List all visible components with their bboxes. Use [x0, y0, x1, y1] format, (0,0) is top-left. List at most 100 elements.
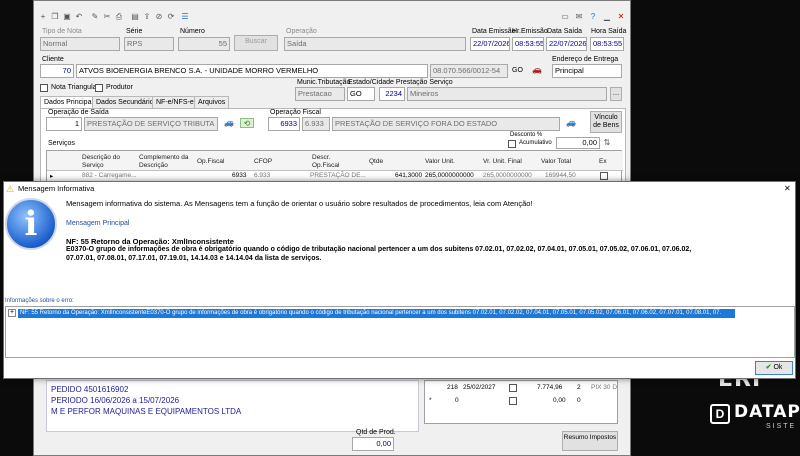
cell-ex-checkbox[interactable]	[600, 172, 608, 180]
close-icon[interactable]: ✕	[616, 12, 626, 22]
warning-icon: ⚠	[6, 184, 15, 194]
cliente-name-field[interactable]: ATVOS BIOENERGIA BRENCO S.A. - UNIDADE M…	[76, 64, 428, 78]
hora-saida-field[interactable]: 08:53:55	[590, 37, 624, 51]
mail-icon[interactable]: ✉	[574, 12, 584, 22]
tab-arquivos[interactable]: Arquivos	[194, 96, 230, 108]
parc-date: 25/02/2027	[463, 384, 496, 391]
parcelas-row-1[interactable]: 218 25/02/2027 7.774,96 2 PIX 30 D	[425, 382, 619, 394]
toolbar: + ❐ ▣ ↶ ✎ ✂ ⎙ ▤ ⇪ ⊘ ⟳ ☰ ▭ ✉ ? ▁ ✕	[34, 5, 630, 21]
screen-icon[interactable]: ▭	[560, 12, 570, 22]
parc2-check[interactable]	[509, 397, 517, 405]
serie-label: Série	[126, 28, 143, 35]
vinculo-bens-label: Vínculo de Bens	[593, 114, 619, 129]
operacao-saida-label: Operação de Saída	[48, 109, 109, 116]
spin-icon[interactable]: ⇅	[602, 138, 612, 148]
qtd-prod-label: Qtd de Prod.	[356, 429, 396, 436]
operacao-saida-name-field: PRESTAÇÃO DE SERVIÇO TRIBUTA	[84, 117, 218, 131]
list-icon[interactable]: ☰	[180, 12, 190, 22]
cidade-lookup-button[interactable]: …	[610, 87, 622, 101]
export-icon[interactable]: ⇪	[142, 12, 152, 22]
operacao-fiscal-label: Operação Fiscal	[270, 109, 321, 116]
data-emissao-label: Data Emissão	[472, 28, 516, 35]
tab-dados-secundarios[interactable]: Dados Secundários	[92, 96, 162, 108]
minimize-icon[interactable]: ▁	[602, 12, 612, 22]
cell-cfop: 6.933	[254, 172, 271, 179]
endereco-entrega-select[interactable]: Principal	[552, 64, 622, 78]
cliente-cnpj-field: 08.070.566/0012-54	[430, 64, 508, 78]
parc-forma: PIX 30 D	[591, 384, 618, 391]
dialog-title: Mensagem Informativa	[18, 184, 95, 193]
check-icon: ✔	[765, 364, 772, 371]
car-icon[interactable]: 🚗	[530, 65, 544, 75]
brand-logo-icon: D	[710, 404, 730, 424]
hr-emissao-label: Hr.Emissão	[512, 28, 548, 35]
refresh-icon[interactable]: ⟳	[166, 12, 176, 22]
dialog-section-label: Mensagem Principal	[66, 220, 130, 227]
parc2-valor: 0,00	[553, 397, 566, 404]
data-saida-field[interactable]: 22/07/2026	[546, 37, 587, 51]
car-icon-saida[interactable]: 🚙	[222, 118, 236, 128]
cidade-name-field: Mineiros	[407, 87, 607, 101]
acumulativo-checkbox[interactable]	[508, 140, 516, 148]
tool2-icon[interactable]: ✂	[102, 12, 112, 22]
desconto-field[interactable]: 0,00	[556, 137, 600, 149]
dialog-error-line-1: E0370-O grupo de informações de obra é o…	[66, 246, 692, 253]
save-icon[interactable]: ▣	[62, 12, 72, 22]
error-log-line[interactable]: NF: 55 Retorno da Operação: XmlInconsist…	[18, 309, 735, 318]
data-emissao-field[interactable]: 22/07/2026	[470, 37, 510, 51]
cidade-code-field[interactable]: 2234	[379, 87, 405, 101]
dialog-info-label: Informações sobre o erro:	[5, 298, 74, 304]
refresh-green-icon[interactable]: ⟲	[240, 118, 254, 128]
parc-qtd: 2	[577, 384, 581, 391]
produtor-checkbox[interactable]	[95, 84, 103, 92]
nota-triangular-checkbox[interactable]	[40, 84, 48, 92]
buscar-button[interactable]: Buscar	[234, 35, 278, 51]
car-icon-fiscal[interactable]: 🚙	[564, 118, 578, 128]
resumo-impostos-button[interactable]: Resumo Impostos	[562, 431, 618, 451]
serie-select[interactable]: RPS	[124, 37, 174, 51]
estado-select[interactable]: GO	[347, 87, 375, 101]
help-icon[interactable]: ?	[588, 12, 598, 22]
folder-icon[interactable]: ▤	[130, 12, 140, 22]
numero-field[interactable]: 55	[178, 37, 230, 51]
tipo-nota-select[interactable]: Normal	[40, 37, 120, 51]
tipo-nota-label: Tipo de Nota	[42, 28, 82, 35]
qtd-prod-field[interactable]: 0,00	[352, 437, 394, 451]
dialog-title-bar: ⚠ Mensagem Informativa ✕	[4, 182, 795, 195]
expand-tree-icon[interactable]: +	[8, 309, 16, 317]
cliente-code-field[interactable]: 70	[40, 64, 74, 78]
parc-valor: 7.774,96	[537, 384, 563, 391]
brand-sub: SISTE	[766, 423, 797, 430]
munic-tributacao-select[interactable]: Prestacao	[295, 87, 345, 101]
operacao-saida-code-field[interactable]: 1	[46, 117, 82, 131]
col-cfop: CFOP	[254, 158, 273, 165]
stop-icon[interactable]: ⊘	[154, 12, 164, 22]
vinculo-bens-button[interactable]: Vínculo de Bens	[590, 111, 622, 133]
add-icon[interactable]: +	[38, 12, 48, 22]
tab-nfe-nfse[interactable]: NF-e/NFS-e	[152, 96, 198, 108]
dialog-close-icon[interactable]: ✕	[784, 182, 791, 195]
undo-icon[interactable]: ↶	[74, 12, 84, 22]
print-icon[interactable]: ⎙	[114, 12, 124, 22]
parc-check[interactable]	[509, 384, 517, 392]
operacao-select[interactable]: Saída	[284, 37, 466, 51]
operacao-fiscal-code-field[interactable]: 6933	[268, 117, 300, 131]
parc2-qtd: 0	[577, 397, 581, 404]
parcelas-row-2[interactable]: * 0 0,00 0	[425, 395, 619, 407]
copy-icon[interactable]: ❐	[50, 12, 60, 22]
col-descr-op: Descr. Op.Fiscal	[312, 154, 340, 169]
acumulativo-label: Acumulativo	[519, 140, 552, 146]
hr-emissao-field[interactable]: 08:53:55	[512, 37, 544, 51]
brand-name: DATAP	[734, 402, 800, 422]
dialog-nf-line: NF: 55 Retorno da Operação: XmlInconsist…	[66, 237, 234, 246]
cell-descricao: 882 - Carregame...	[82, 172, 137, 179]
obs-line-3: M E PERFOR MAQUINAS E EQUIPAMENTOS LTDA	[51, 407, 242, 416]
parc2-marker: *	[429, 397, 432, 404]
cell-descr-op: PRESTAÇÃO DE...	[310, 172, 366, 179]
col-vr-unit-final: Vr. Unit. Final	[483, 158, 522, 165]
cliente-uf: GO	[512, 67, 523, 74]
tool-icon[interactable]: ✎	[90, 12, 100, 22]
nota-triangular-label: Nota Triangular	[51, 84, 99, 91]
ok-button[interactable]: ✔ Ok	[755, 361, 793, 375]
col-qtde: Qtde	[369, 158, 384, 165]
